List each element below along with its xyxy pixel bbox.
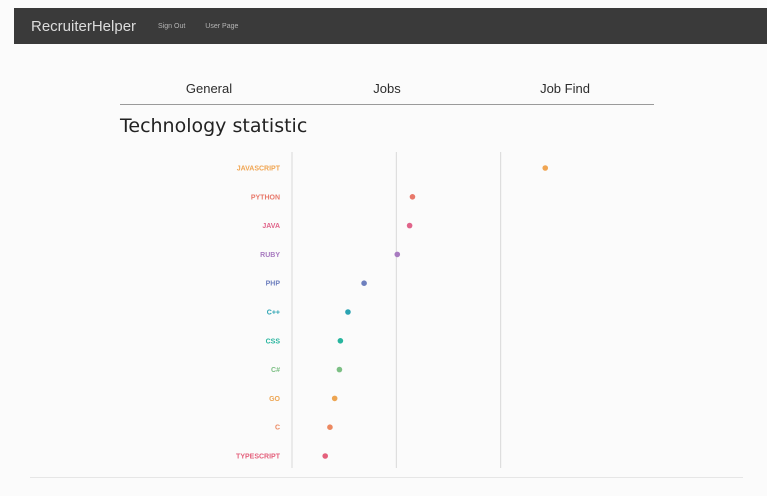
category-label: JAVA bbox=[262, 223, 280, 230]
technology-chart: JAVASCRIPT PYTHON JAVA RUBY PHP C++ CSS C# GO C TY… bbox=[236, 152, 549, 468]
category-label: PHP bbox=[266, 281, 281, 288]
category-label: GO bbox=[269, 396, 280, 403]
bar-point bbox=[406, 222, 413, 229]
bar-point bbox=[394, 251, 401, 258]
bar-point bbox=[409, 194, 416, 200]
bar-point bbox=[542, 165, 549, 171]
bar-point bbox=[322, 453, 328, 459]
footer-divider bbox=[30, 477, 743, 478]
category-label: C++ bbox=[267, 310, 280, 317]
category-label: TYPESCRIPT bbox=[236, 454, 281, 461]
bar-point bbox=[331, 395, 338, 402]
bar-point bbox=[336, 366, 343, 373]
category-label: JAVASCRIPT bbox=[237, 166, 281, 173]
category-label: C bbox=[275, 425, 280, 432]
category-label: RUBY bbox=[260, 252, 280, 259]
bar-point bbox=[361, 280, 367, 287]
bar-point bbox=[337, 338, 344, 344]
bar-point bbox=[345, 309, 351, 315]
bar-point bbox=[327, 424, 333, 431]
category-label: CSS bbox=[266, 338, 281, 345]
category-label: C# bbox=[271, 367, 280, 374]
category-label: PYTHON bbox=[251, 194, 280, 201]
